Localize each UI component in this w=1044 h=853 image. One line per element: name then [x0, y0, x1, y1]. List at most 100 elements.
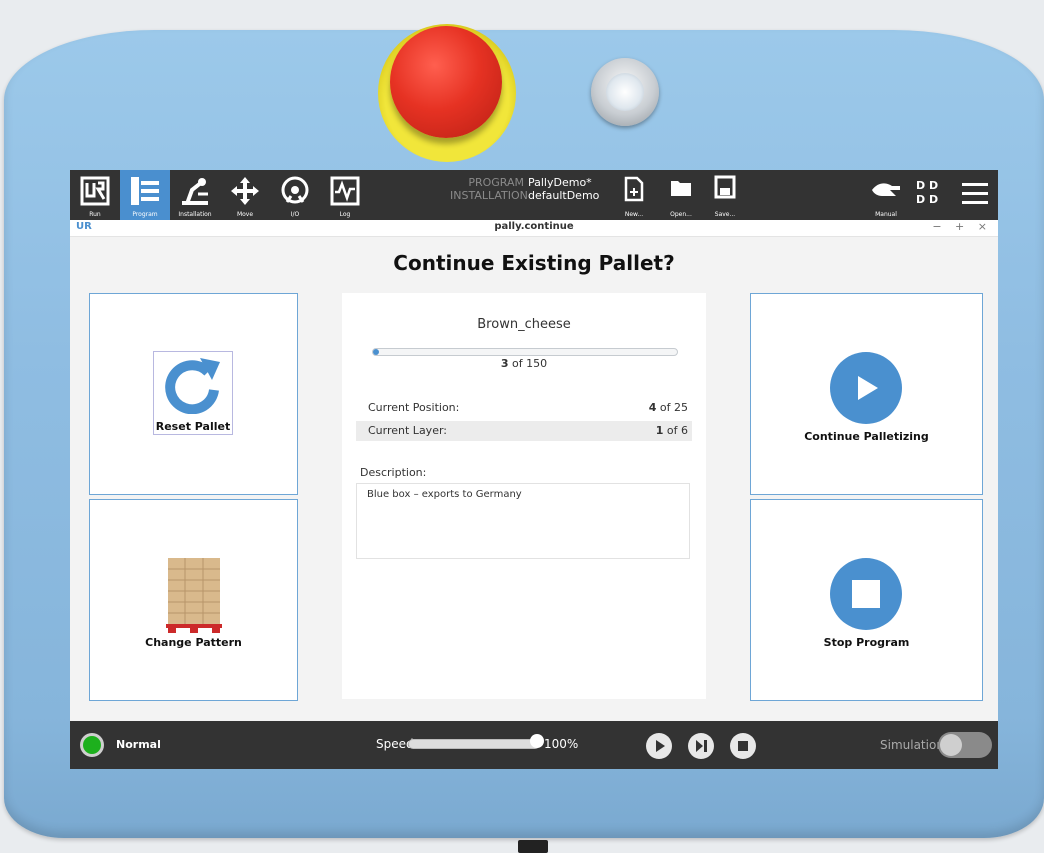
pallet-progress-text: 3 of 150 [342, 357, 706, 370]
simulation-toggle-knob [940, 734, 962, 756]
page-title: Continue Existing Pallet? [393, 251, 675, 275]
footer-bar: Normal Speed 100% Simulation [70, 721, 998, 769]
nav-installation-label: Installation [178, 211, 212, 218]
new-file-icon [624, 176, 644, 202]
window-controls[interactable]: − + × [932, 220, 992, 233]
play-control-button[interactable] [646, 733, 672, 759]
power-button[interactable] [591, 58, 659, 126]
stop-square-icon [852, 580, 880, 608]
layer-total: of 6 [666, 424, 688, 437]
ur-logo-icon [80, 176, 110, 206]
floppy-disk-icon [714, 175, 736, 199]
continue-palletizing-label: Continue Palletizing [804, 430, 929, 443]
current-layer-row: Current Layer: 1 of 6 [356, 421, 692, 441]
position-value: 4 of 25 [649, 398, 688, 418]
status-indicator-icon[interactable] [80, 733, 104, 757]
current-position-row: Current Position: 4 of 25 [356, 398, 692, 418]
header-bar: Run Program Installation Move I/O Log PR… [70, 170, 998, 220]
reset-pallet-tile[interactable]: Reset Pallet [89, 293, 298, 495]
program-info: PROGRAM PallyDemo* INSTALLATIONdefaultDem… [450, 176, 610, 202]
log-waveform-icon [330, 176, 360, 206]
reset-pallet-label: Reset Pallet [155, 420, 231, 433]
dd-indicator: D D D D [916, 179, 938, 207]
description-field[interactable]: Blue box – exports to Germany [356, 483, 690, 559]
reset-pallet-button[interactable]: Reset Pallet [153, 351, 233, 435]
nav-installation[interactable]: Installation [170, 170, 220, 220]
nav-run[interactable]: Run [70, 170, 120, 220]
continue-palletizing-tile[interactable]: Continue Palletizing [750, 293, 983, 495]
change-pattern-label: Change Pattern [145, 636, 242, 649]
open-button[interactable]: Open... [664, 170, 698, 220]
pallet-name: Brown_cheese [477, 317, 571, 332]
installation-key: INSTALLATION [450, 189, 528, 202]
position-total: of 25 [659, 401, 688, 414]
robot-arm-icon [182, 178, 208, 205]
window-titlebar: UR pally.continue − + × [70, 220, 998, 237]
manual-label: Manual [875, 211, 897, 218]
step-forward-icon [696, 740, 707, 752]
play-icon [858, 376, 878, 400]
nav-log-label: Log [339, 211, 351, 218]
nav-program-label: Program [132, 211, 158, 218]
status-label: Normal [116, 738, 161, 751]
save-button[interactable]: Save... [708, 170, 742, 220]
stop-program-tile[interactable]: Stop Program [750, 499, 983, 701]
manual-button[interactable]: Manual [866, 170, 906, 220]
nav-io[interactable]: I/O [270, 170, 320, 220]
simulation-label: Simulation [880, 738, 944, 752]
nav-io-label: I/O [290, 211, 300, 218]
stop-program-label: Stop Program [823, 636, 910, 649]
speed-slider-handle[interactable] [530, 734, 544, 748]
hamburger-menu-icon[interactable] [960, 180, 990, 212]
nav-run-label: Run [89, 211, 101, 218]
pallet-info-panel: Brown_cheese 3 of 150 Current Position: … [342, 293, 706, 699]
emergency-stop-button[interactable] [390, 26, 502, 138]
save-label: Save... [714, 211, 736, 218]
program-tree-icon [131, 177, 159, 205]
layer-current: 1 [655, 424, 664, 437]
step-control-button[interactable] [688, 733, 714, 759]
cable [518, 840, 548, 853]
stop-icon [738, 741, 748, 751]
pallet-progress-fill [373, 349, 380, 355]
position-label: Current Position: [368, 401, 460, 414]
status-light [83, 736, 101, 754]
layer-label: Current Layer: [368, 424, 447, 437]
nav-log[interactable]: Log [320, 170, 370, 220]
dd-line-1: D D [916, 179, 939, 192]
play-icon [656, 740, 665, 752]
power-icon [606, 73, 644, 111]
refresh-icon [165, 358, 220, 414]
position-current: 4 [648, 401, 657, 414]
play-button[interactable] [830, 352, 902, 424]
hand-icon [872, 183, 900, 196]
simulation-toggle[interactable] [938, 732, 992, 758]
pallet-boxes-icon [166, 558, 222, 633]
new-button[interactable]: New... [618, 170, 650, 220]
nav-program[interactable]: Program [120, 170, 170, 220]
pallet-progress-bar [372, 348, 678, 356]
dd-line-2: D D [916, 193, 939, 206]
progress-current: 3 [500, 357, 509, 370]
open-label: Open... [670, 211, 692, 218]
change-pattern-tile[interactable]: Change Pattern [89, 499, 298, 701]
new-label: New... [624, 211, 644, 218]
stop-control-button[interactable] [730, 733, 756, 759]
move-arrows-icon [231, 177, 259, 205]
main-content: Continue Existing Pallet? Reset Pallet C… [70, 237, 998, 721]
window-title: pally.continue [494, 221, 574, 232]
installation-name: defaultDemo [528, 189, 600, 202]
description-label: Description: [360, 466, 427, 479]
speed-slider[interactable] [408, 739, 540, 749]
stop-button[interactable] [830, 558, 902, 630]
progress-total: of 150 [512, 357, 548, 370]
program-key: PROGRAM [468, 176, 524, 189]
nav-move[interactable]: Move [220, 170, 270, 220]
folder-icon [671, 181, 691, 196]
layer-value: 1 of 6 [656, 421, 688, 441]
nav-move-label: Move [236, 211, 254, 218]
screen: Run Program Installation Move I/O Log PR… [70, 170, 998, 769]
program-name: PallyDemo* [528, 176, 592, 189]
speed-value: 100% [544, 737, 579, 751]
io-icon [281, 176, 309, 204]
